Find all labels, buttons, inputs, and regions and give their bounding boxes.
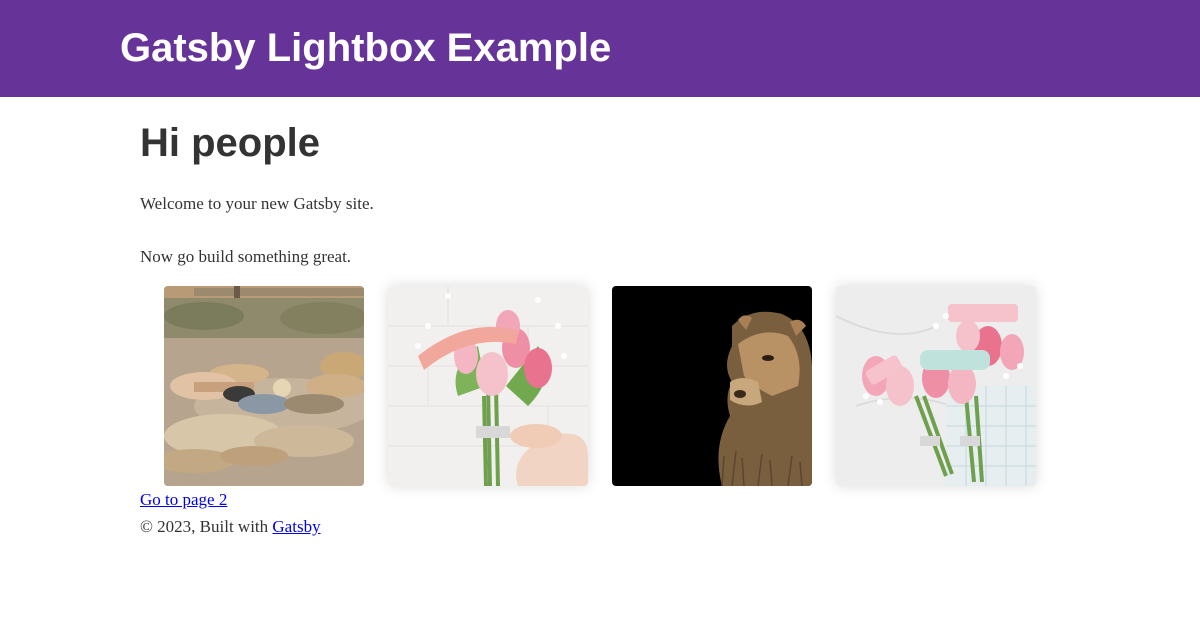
tulips-hand-image	[388, 286, 588, 486]
footer-gatsby-link[interactable]: Gatsby	[272, 517, 320, 536]
build-paragraph: Now go build something great.	[140, 247, 352, 266]
main-content: Hi people Welcome to your new Gatsby sit…	[140, 121, 1060, 538]
welcome-paragraph: Welcome to your new Gatsby site.	[140, 194, 374, 213]
image-gallery	[140, 286, 1060, 486]
tulip-bouquets-image	[836, 286, 1036, 486]
gallery-thumb-tulip-bouquets[interactable]	[836, 286, 1036, 486]
lions-woman-image	[164, 286, 364, 486]
page2-nav: Go to page 2	[140, 489, 1060, 512]
site-footer: © 2023, Built with Gatsby	[140, 516, 1060, 538]
gallery-thumb-lioness[interactable]	[612, 286, 812, 486]
gallery-thumb-lions-woman[interactable]	[164, 286, 364, 486]
header-inner: Gatsby Lightbox Example	[120, 0, 1080, 70]
site-title-link[interactable]: Gatsby Lightbox Example	[120, 26, 611, 70]
gallery-thumb-tulips-hand[interactable]	[388, 286, 588, 486]
site-header: Gatsby Lightbox Example	[0, 0, 1200, 97]
go-to-page-2-link[interactable]: Go to page 2	[140, 490, 227, 509]
footer-copyright: © 2023, Built with	[140, 517, 269, 536]
lioness-image	[612, 286, 812, 486]
page-heading: Hi people	[140, 121, 321, 165]
